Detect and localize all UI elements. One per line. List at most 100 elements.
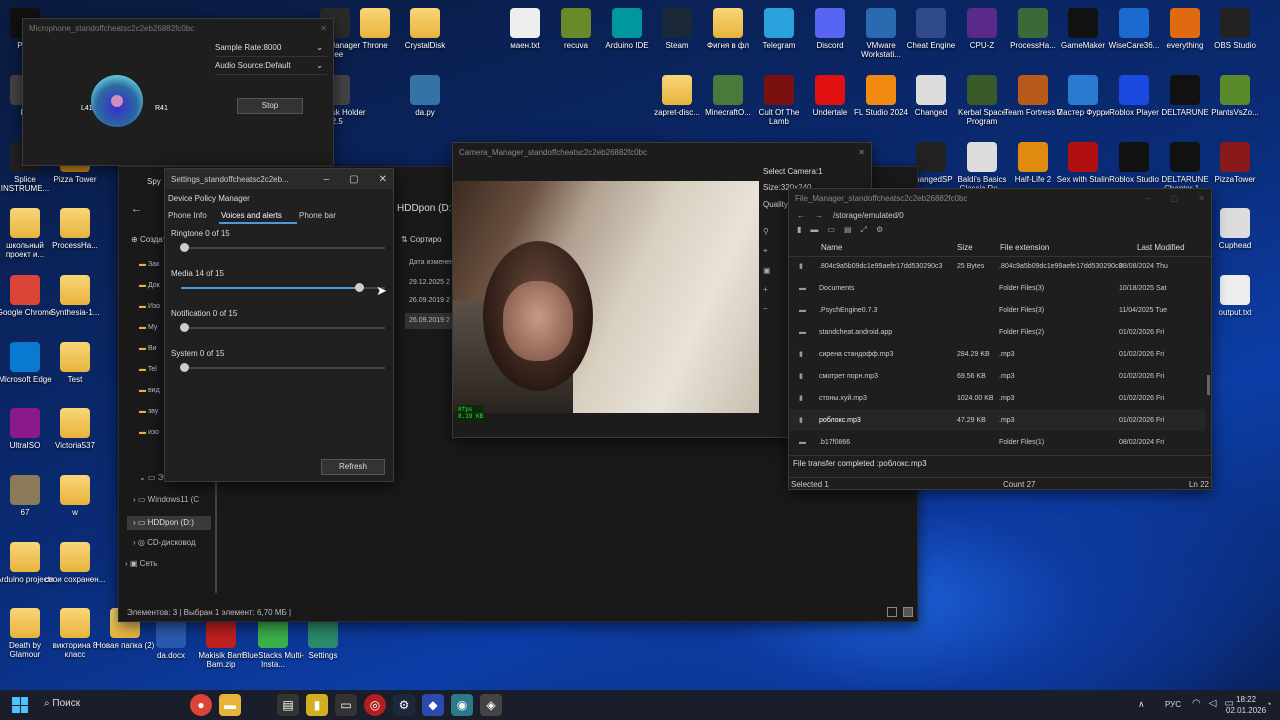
desktop-icon[interactable]: da.py [394, 75, 456, 117]
desktop-icon[interactable]: OBS Studio [1204, 8, 1266, 50]
file-row[interactable]: ▮ роблокс.mp3 47.29 KB .mp3 01/02/2026 Fri [789, 409, 1205, 431]
microphone-window[interactable]: Microphone_standoffcheatsc2c2eb26882fc0b… [22, 18, 334, 166]
column-size[interactable]: Size [957, 243, 973, 252]
maximize-icon[interactable]: ▢ [349, 174, 358, 185]
desktop-icon[interactable]: PizzaTower [1204, 142, 1266, 184]
file-row[interactable]: ▮ сирена стандофф.mp3 284.29 KB .mp3 01/02/2… [789, 343, 1205, 365]
notification-bell-icon[interactable]: ◔ [1266, 699, 1271, 709]
settings-icon[interactable]: ⚙ [876, 225, 883, 235]
forward-arrow-icon[interactable]: → [815, 211, 823, 220]
back-arrow-icon[interactable]: ← [131, 203, 142, 215]
explorer-tab[interactable]: Spy [147, 177, 161, 186]
vscode-icon[interactable]: ◆ [422, 694, 444, 716]
mic-titlebar[interactable]: Microphone_standoffcheatsc2c2eb26882fc0b… [23, 19, 333, 37]
column-date[interactable]: Last Modified [1137, 243, 1185, 252]
quick-access-item[interactable]: ▬ вид [139, 387, 160, 408]
pin-icon[interactable]: ⚲ [763, 227, 771, 236]
stop-button[interactable]: Stop [237, 98, 303, 114]
volume-slider[interactable] [180, 243, 385, 252]
quick-access-item[interactable]: ▬ Tel [139, 366, 160, 387]
column-ext[interactable]: File extension [1000, 243, 1049, 252]
quick-access-item[interactable]: ▬ Ви [139, 345, 160, 366]
camera-titlebar[interactable]: Camera_Manager_standoffcheatsc2c2eb26882… [453, 143, 871, 161]
tray-chevron-icon[interactable]: ∧ [1138, 699, 1145, 710]
desktop-icon[interactable]: output.txt [1204, 275, 1266, 317]
close-icon[interactable]: ✕ [379, 174, 387, 185]
minimize-icon[interactable]: – [324, 174, 330, 185]
desktop-icon[interactable]: ProcessHa... [44, 208, 106, 250]
sort-button[interactable]: ⇅ Сортиро [401, 235, 441, 244]
desktop-icon[interactable]: Test [44, 342, 106, 384]
explorer-icon[interactable]: ▬ [219, 694, 241, 716]
volume-slider[interactable] [180, 363, 385, 372]
desktop-icon[interactable]: Settings [292, 618, 354, 660]
clock[interactable]: 18:22 02.01.2026 [1226, 694, 1266, 716]
delete-icon[interactable]: ▮ [797, 225, 801, 235]
terminal-icon[interactable]: ▭ [335, 694, 357, 716]
chrome-icon[interactable]: ● [190, 694, 212, 716]
folder-icon[interactable]: ▬ [810, 225, 818, 235]
tree-network[interactable]: › ▣ Сеть [125, 559, 157, 568]
file-row[interactable]: ▮ смотрет порн.mp3 69.56 KB .mp3 01/02/2026 … [789, 365, 1205, 387]
file-row[interactable]: ▬ .b17f0866 Folder Files(1) 08/02/2024 Fri [789, 431, 1205, 453]
steam-icon[interactable]: ⚙ [393, 694, 415, 716]
wifi-icon[interactable]: ◠ [1192, 698, 1201, 709]
app-icon[interactable]: ◎ [364, 694, 386, 716]
tree-this-pc[interactable]: ⌄ ▭ Эт [139, 473, 167, 482]
quick-access-item[interactable]: ▬ изо [139, 429, 160, 450]
notepad-icon[interactable]: ▤ [277, 694, 299, 716]
quick-access-item[interactable]: ▬ зву [139, 408, 160, 429]
close-icon[interactable]: ✕ [858, 148, 865, 157]
volume-slider[interactable] [181, 283, 385, 292]
slider-thumb[interactable] [180, 323, 189, 332]
image-icon[interactable]: ▣ [763, 266, 771, 275]
desktop-icon[interactable]: свои сохранен... [44, 542, 106, 584]
close-icon[interactable]: ✕ [1198, 194, 1205, 203]
file-app-icon[interactable]: ▮ [306, 694, 328, 716]
file-row[interactable]: ▬ standcheat.android.app Folder Files(2) 01… [789, 321, 1205, 343]
zoom-out-icon[interactable]: − [763, 304, 771, 313]
list-icon[interactable]: ▤ [844, 225, 852, 235]
zoom-in-icon[interactable]: + [763, 285, 771, 294]
audio-source-select[interactable]: Audio Source:Default ⌄ [215, 61, 327, 75]
copy-icon[interactable]: ▭ [827, 225, 835, 235]
file-manager-window[interactable]: File_Manager_standoffcheatsc2c2eb26882fc… [788, 188, 1213, 490]
tab-phone-info[interactable]: Phone Info [168, 211, 207, 220]
settings-window[interactable]: Settings_standoffcheatsc2c2eb... – ▢ ✕ D… [164, 168, 394, 482]
tree-windows[interactable]: › ▭ Windows11 (C [133, 495, 199, 504]
desktop-icon[interactable]: Victoria537 [44, 408, 106, 450]
tab-voices-alerts[interactable]: Voices and alerts [221, 211, 282, 220]
close-icon[interactable]: ✕ [320, 24, 327, 33]
date-column-header[interactable]: Дата изменен [409, 259, 454, 266]
search-box[interactable]: ⌕ Поиск [44, 698, 80, 709]
volume-slider[interactable] [180, 323, 385, 332]
refresh-button[interactable]: Refresh [321, 459, 385, 475]
file-manager-titlebar[interactable]: File_Manager_standoffcheatsc2c2eb26882fc… [789, 189, 1211, 207]
file-row[interactable]: ▮ стоны.хуй.mp3 1024.00 KB .mp3 01/02/2026 F… [789, 387, 1205, 409]
sample-rate-select[interactable]: Sample Rate:8000 ⌄ [215, 43, 327, 57]
minimize-icon[interactable]: – [1146, 194, 1150, 203]
slider-thumb[interactable] [180, 243, 189, 252]
focus-icon[interactable]: ⌖ [763, 246, 771, 256]
tree-cd[interactable]: › ◎ CD-дисковод [133, 538, 196, 547]
tiles-view-icon[interactable] [903, 607, 913, 617]
desktop-icon[interactable]: w [44, 475, 106, 517]
desktop-icon[interactable]: Synthesia-1... [44, 275, 106, 317]
file-row[interactable]: ▮ .804c9a5b09dc1e99aefe17dd530290c3 25 Byt… [789, 255, 1205, 277]
tab-phone-bar[interactable]: Phone bar [299, 211, 336, 220]
pane-divider[interactable] [215, 467, 217, 593]
desktop-icon[interactable]: Cuphead [1204, 208, 1266, 250]
language-indicator[interactable]: РУС [1165, 700, 1181, 709]
back-arrow-icon[interactable]: ← [797, 211, 805, 220]
camera-quality[interactable]: Quality [763, 200, 788, 209]
slider-thumb[interactable] [355, 283, 365, 292]
gamemaker-icon[interactable]: ◈ [480, 694, 502, 716]
desktop-icon[interactable]: PlantsVsZo... [1204, 75, 1266, 117]
slider-thumb[interactable] [180, 363, 189, 372]
scrollbar[interactable] [1207, 375, 1210, 395]
quick-access-item[interactable]: ▬ Док [139, 282, 160, 303]
column-name[interactable]: Name [821, 243, 842, 252]
maximize-icon[interactable]: ▢ [1171, 194, 1179, 203]
wifi-app-icon[interactable]: ◉ [451, 694, 473, 716]
tree-hdd[interactable]: › ▭ HDDpon (D:) [127, 516, 211, 530]
